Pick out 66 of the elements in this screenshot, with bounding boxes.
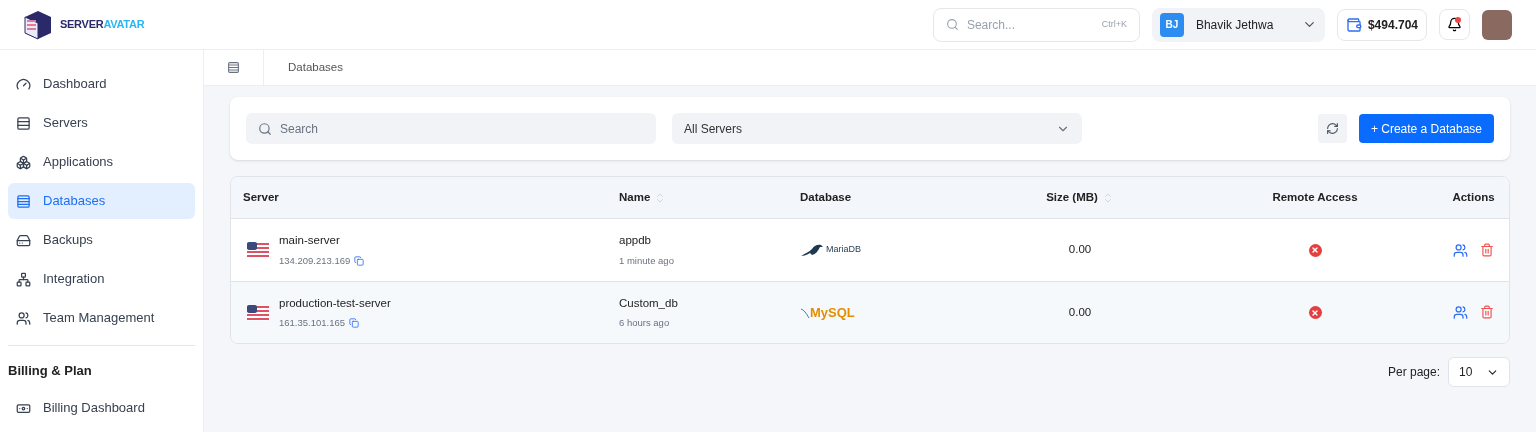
sidebar-item[interactable]: Integration [8, 261, 195, 297]
search-icon [258, 121, 272, 136]
ip-address: 134.209.213.169 [279, 253, 351, 268]
user-name: Bhavik Jethwa [1195, 16, 1275, 34]
column-header[interactable]: Name [619, 188, 651, 207]
created-time: 6 hours ago [619, 316, 671, 330]
ip-address: 161.35.101.165 [279, 316, 346, 330]
database-name: Custom_db [619, 295, 679, 311]
boxes-icon [16, 154, 31, 170]
search-input[interactable]: Search [280, 119, 644, 138]
flag-icon [247, 304, 269, 321]
sidebar-item[interactable]: Applications [8, 144, 195, 180]
server-name[interactable]: main-server [279, 232, 365, 250]
bell-icon [1447, 17, 1462, 32]
list-icon [16, 115, 31, 131]
sidebar-item[interactable]: Servers [8, 105, 195, 141]
size-value: 0.00 [1068, 242, 1092, 258]
column-header: Remote Access [1272, 189, 1358, 205]
sidebar-item[interactable]: Billing Dashboard [8, 390, 195, 426]
column-header: Database [800, 189, 852, 205]
column-header[interactable]: Size (MB) [1046, 188, 1098, 207]
created-time: 1 minute ago [619, 253, 675, 268]
notification-button[interactable] [1439, 9, 1470, 40]
gauge-icon [16, 76, 31, 92]
database-name: appdb [619, 233, 652, 249]
sidebar-item[interactable]: Backups [8, 222, 195, 258]
sidebar-item[interactable]: Team Management [8, 300, 195, 336]
size-value: 0.00 [1068, 304, 1092, 320]
sidebar-item[interactable]: Dashboard [8, 66, 195, 102]
create-database-button[interactable]: + Create a Database [1358, 114, 1494, 143]
shortcut-hint: Ctrl+K [1101, 17, 1127, 31]
logo-text: SERVERAVATAR [60, 17, 145, 33]
user-menu[interactable]: BJ Bhavik Jethwa [1151, 7, 1325, 42]
user-avatar: BJ [1159, 12, 1184, 37]
users-icon[interactable] [1453, 242, 1468, 258]
server-name[interactable]: production-test-server [279, 294, 391, 312]
trash-icon[interactable] [1480, 305, 1494, 319]
copy-icon[interactable] [354, 255, 365, 266]
search-input[interactable]: Search... [966, 15, 1094, 34]
breadcrumb-item[interactable]: Databases [288, 58, 343, 77]
column-header: Server [243, 189, 279, 205]
database-icon [16, 193, 31, 209]
drive-icon [16, 232, 31, 248]
per-page-select[interactable]: 10 [1448, 357, 1510, 387]
trash-icon[interactable] [1480, 242, 1494, 257]
wallet-icon [1345, 16, 1362, 33]
server-select[interactable]: All Servers [672, 113, 1082, 144]
balance-button[interactable]: $494.704 [1336, 8, 1427, 41]
column-header: Actions [1452, 189, 1495, 205]
search-icon [945, 18, 959, 31]
logo-cube-icon [24, 9, 52, 40]
team-icon [16, 310, 31, 326]
database-icon [227, 61, 240, 74]
search-field[interactable]: Search [246, 113, 656, 144]
database-logo: MySQL [800, 302, 855, 323]
refresh-icon [1325, 122, 1339, 135]
sidebar-item[interactable]: Databases [8, 183, 195, 219]
section-heading: Billing & Plan [8, 362, 93, 381]
database-logo: MariaDB [800, 243, 861, 257]
refresh-button[interactable] [1317, 114, 1347, 143]
copy-icon[interactable] [349, 318, 360, 329]
per-page-label: Per page: [1387, 364, 1440, 381]
users-icon[interactable] [1453, 305, 1468, 320]
flag-icon [247, 242, 269, 258]
avatar-photo-placeholder[interactable] [1482, 9, 1512, 40]
network-icon [16, 271, 31, 287]
